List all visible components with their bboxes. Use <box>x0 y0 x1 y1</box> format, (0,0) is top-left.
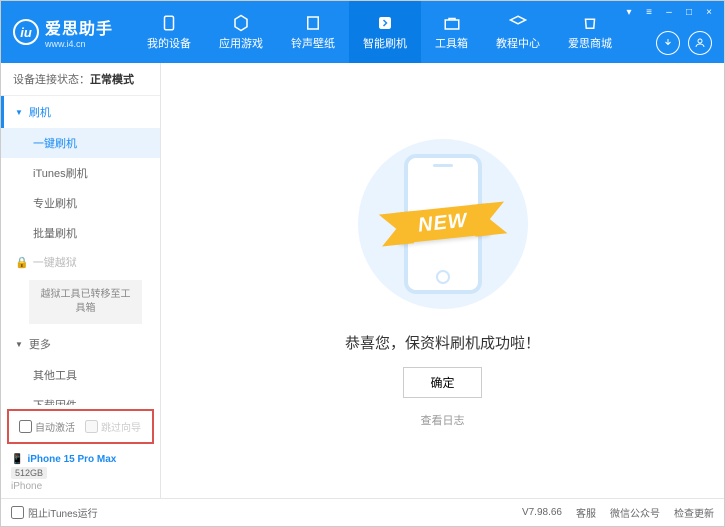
logo-icon: iu <box>13 19 39 45</box>
sidebar-group-more[interactable]: ▼更多 <box>1 328 160 360</box>
jailbreak-note: 越狱工具已转移至工具箱 <box>29 280 142 324</box>
nav-tutorials[interactable]: 教程中心 <box>482 1 554 63</box>
chevron-down-icon: ▼ <box>15 108 23 117</box>
sidebar: ▼刷机 一键刷机 iTunes刷机 专业刷机 批量刷机 🔒一键越狱 越狱工具已转… <box>1 96 160 405</box>
app-name: 爱思助手 <box>45 15 113 39</box>
success-message: 恭喜您，保资料刷机成功啦！ <box>345 332 540 353</box>
sidebar-item-itunes-flash[interactable]: iTunes刷机 <box>1 158 160 188</box>
menu-icon[interactable]: ▾ <box>622 5 636 19</box>
footer: 阻止iTunes运行 V7.98.66 客服 微信公众号 检查更新 <box>1 498 724 526</box>
lock-icon: 🔒 <box>15 256 29 269</box>
device-storage: 512GB <box>11 467 47 479</box>
nav-smart-flash[interactable]: 智能刷机 <box>349 1 421 63</box>
nav-ringtones[interactable]: 铃声壁纸 <box>277 1 349 63</box>
success-illustration: NEW <box>338 134 548 314</box>
sidebar-item-download-firmware[interactable]: 下载固件 <box>1 390 160 405</box>
maximize-icon[interactable]: □ <box>682 5 696 19</box>
skip-guide-checkbox[interactable]: 跳过向导 <box>85 419 141 434</box>
sidebar-item-other-tools[interactable]: 其他工具 <box>1 360 160 390</box>
sidebar-group-jailbreak: 🔒一键越狱 <box>1 248 160 276</box>
footer-link-support[interactable]: 客服 <box>576 505 596 520</box>
device-info: 📱 iPhone 15 Pro Max 512GB iPhone <box>1 448 160 498</box>
chevron-down-icon: ▼ <box>15 340 23 349</box>
download-icon[interactable] <box>656 31 680 55</box>
user-icon[interactable] <box>688 31 712 55</box>
settings-icon[interactable]: ≡ <box>642 5 656 19</box>
nav-store[interactable]: 爱思商城 <box>554 1 626 63</box>
minimize-icon[interactable]: – <box>662 5 676 19</box>
main-content: NEW 恭喜您，保资料刷机成功啦！ 确定 查看日志 <box>161 63 724 498</box>
view-log-link[interactable]: 查看日志 <box>421 412 465 428</box>
logo: iu 爱思助手 www.i4.cn <box>13 15 113 49</box>
nav-my-device[interactable]: 我的设备 <box>133 1 205 63</box>
sidebar-item-oneclick-flash[interactable]: 一键刷机 <box>1 128 160 158</box>
nav-toolbox[interactable]: 工具箱 <box>421 1 482 63</box>
footer-link-update[interactable]: 检查更新 <box>674 505 714 520</box>
version-label: V7.98.66 <box>522 507 562 518</box>
device-name: iPhone 15 Pro Max <box>27 454 116 465</box>
options-box: 自动激活 跳过向导 <box>7 409 154 444</box>
footer-link-wechat[interactable]: 微信公众号 <box>610 505 660 520</box>
main-nav: 我的设备 应用游戏 铃声壁纸 智能刷机 工具箱 教程中心 爱思商城 <box>133 1 626 63</box>
device-type: iPhone <box>11 481 150 492</box>
block-itunes-checkbox[interactable]: 阻止iTunes运行 <box>11 505 98 520</box>
close-icon[interactable]: × <box>702 5 716 19</box>
device-status: 设备连接状态：正常模式 <box>1 63 160 96</box>
app-url: www.i4.cn <box>45 39 113 49</box>
ok-button[interactable]: 确定 <box>403 367 481 398</box>
nav-apps-games[interactable]: 应用游戏 <box>205 1 277 63</box>
title-bar: iu 爱思助手 www.i4.cn 我的设备 应用游戏 铃声壁纸 智能刷机 工具… <box>1 1 724 63</box>
auto-activate-checkbox[interactable]: 自动激活 <box>19 419 75 434</box>
sidebar-item-batch-flash[interactable]: 批量刷机 <box>1 218 160 248</box>
sidebar-group-flash[interactable]: ▼刷机 <box>1 96 160 128</box>
sidebar-item-pro-flash[interactable]: 专业刷机 <box>1 188 160 218</box>
phone-icon: 📱 <box>11 454 23 465</box>
